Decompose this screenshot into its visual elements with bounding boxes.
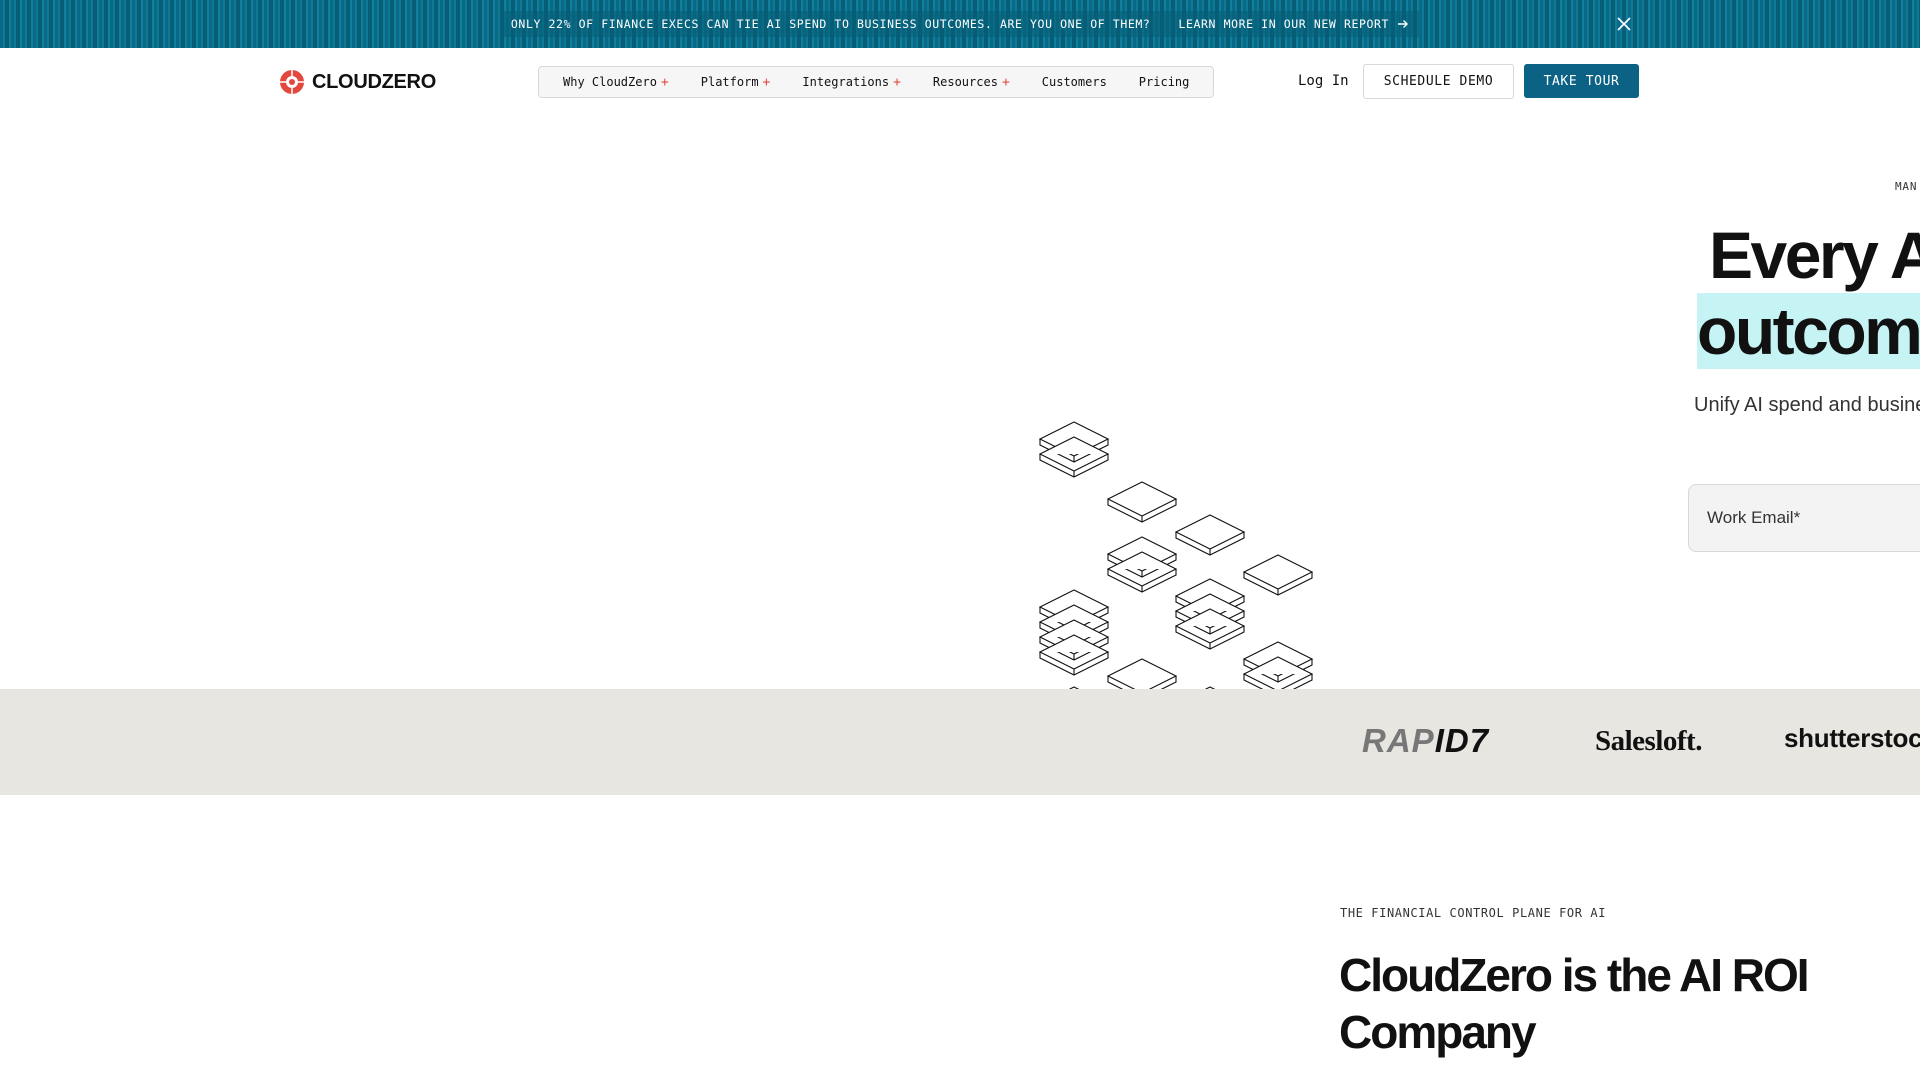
hero-headline-line2: outcome bbox=[1697, 294, 1920, 368]
report-link-label: LEARN MORE IN OUR NEW REPORT bbox=[1178, 17, 1390, 31]
plus-icon: + bbox=[893, 74, 901, 90]
brand-name: CLOUDZERO bbox=[312, 70, 436, 93]
hero-headline-line1: Every A bbox=[1709, 218, 1920, 292]
work-email-input[interactable]: Work Email* bbox=[1688, 484, 1920, 552]
section-eyebrow: THE FINANCIAL CONTROL PLANE FOR AI bbox=[1340, 906, 1607, 920]
login-link[interactable]: Log In bbox=[1298, 73, 1349, 89]
nav-item-pricing[interactable]: Pricing bbox=[1123, 75, 1206, 89]
cloudzero-logo[interactable]: CLOUDZERO bbox=[278, 68, 436, 96]
hero-headline-highlight: outcome bbox=[1697, 293, 1920, 369]
nav-item-resources[interactable]: Resources + bbox=[917, 75, 1026, 90]
nav-item-integrations[interactable]: Integrations + bbox=[786, 75, 917, 90]
plus-icon: + bbox=[762, 74, 771, 90]
rapid7-logo-part: ID7 bbox=[1434, 722, 1490, 759]
nav-item-label: Customers bbox=[1041, 75, 1107, 89]
main-navigation: CLOUDZERO Why CloudZero + Platform + Int… bbox=[0, 48, 1920, 116]
nav-menu: Why CloudZero + Platform + Integrations … bbox=[538, 66, 1215, 98]
hero-eyebrow: MAN bbox=[1895, 180, 1918, 193]
nav-item-label: Integrations bbox=[802, 75, 890, 89]
close-icon[interactable] bbox=[1614, 14, 1634, 34]
announcement-content: ONLY 22% OF FINANCE EXECS CAN TIE AI SPE… bbox=[500, 11, 1420, 37]
customer-logos-strip: RAPID7 Salesloft. shutterstoc bbox=[0, 689, 1920, 795]
schedule-demo-button[interactable]: SCHEDULE DEMO bbox=[1363, 64, 1514, 99]
nav-item-label: Platform bbox=[700, 75, 759, 89]
plus-icon: + bbox=[1001, 74, 1010, 90]
shutterstock-logo: shutterstoc bbox=[1784, 723, 1920, 753]
announcement-text: ONLY 22% OF FINANCE EXECS CAN TIE AI SPE… bbox=[510, 17, 1151, 31]
nav-item-label: Why CloudZero bbox=[563, 75, 657, 89]
salesloft-logo: Salesloft. bbox=[1595, 725, 1702, 757]
cloudzero-logo-icon bbox=[280, 70, 304, 94]
hero-subtitle: Unify AI spend and busine bbox=[1694, 394, 1920, 416]
isometric-cubes-illustration bbox=[1039, 421, 1313, 689]
rapid7-logo: RAPID7 bbox=[1362, 722, 1489, 760]
arrow-right-icon bbox=[1398, 20, 1409, 28]
work-email-placeholder: Work Email* bbox=[1707, 508, 1801, 527]
rapid7-logo-part: RAP bbox=[1362, 722, 1435, 759]
nav-item-label: Resources bbox=[932, 75, 998, 89]
take-tour-button[interactable]: TAKE TOUR bbox=[1524, 64, 1639, 98]
nav-item-why-cloudzero[interactable]: Why CloudZero + bbox=[547, 75, 685, 90]
nav-item-customers[interactable]: Customers bbox=[1026, 75, 1123, 89]
section-title: CloudZero is the AI ROI Company bbox=[1339, 949, 1810, 1058]
nav-item-label: Pricing bbox=[1138, 75, 1190, 89]
announcement-banner: ONLY 22% OF FINANCE EXECS CAN TIE AI SPE… bbox=[0, 0, 1920, 48]
nav-item-platform[interactable]: Platform + bbox=[685, 75, 787, 90]
plus-icon: + bbox=[660, 74, 669, 90]
report-link[interactable]: LEARN MORE IN OUR NEW REPORT bbox=[1178, 17, 1409, 31]
